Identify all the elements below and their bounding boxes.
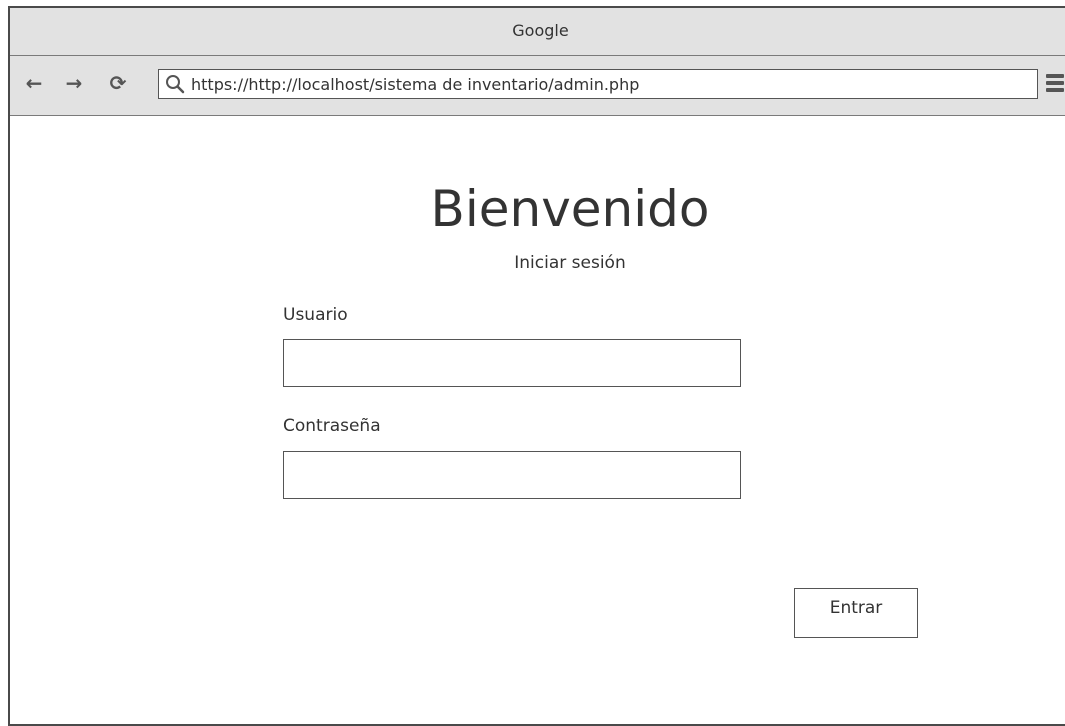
url-text: https://http://localhost/sistema de inve…: [191, 75, 640, 94]
submit-button[interactable]: Entrar: [794, 588, 918, 638]
browser-window: Google ← → ⟳ https://http://localhost/si…: [8, 6, 1065, 726]
search-icon: [166, 75, 185, 94]
browser-toolbar: ← → ⟳ https://http://localhost/sistema d…: [10, 56, 1065, 116]
forward-arrow-icon[interactable]: →: [62, 71, 86, 95]
hamburger-menu-icon[interactable]: [1046, 74, 1064, 94]
title-bar: Google: [10, 8, 1065, 56]
username-label: Usuario: [283, 305, 348, 325]
password-field[interactable]: [283, 451, 741, 499]
username-field[interactable]: [283, 339, 741, 387]
window-title: Google: [512, 21, 569, 40]
page-title: Bienvenido: [430, 180, 710, 238]
back-arrow-icon[interactable]: ←: [22, 71, 46, 95]
page-subtitle: Iniciar sesión: [514, 253, 626, 273]
reload-icon[interactable]: ⟳: [106, 71, 130, 95]
address-bar[interactable]: https://http://localhost/sistema de inve…: [158, 69, 1038, 99]
password-label: Contraseña: [283, 416, 381, 436]
